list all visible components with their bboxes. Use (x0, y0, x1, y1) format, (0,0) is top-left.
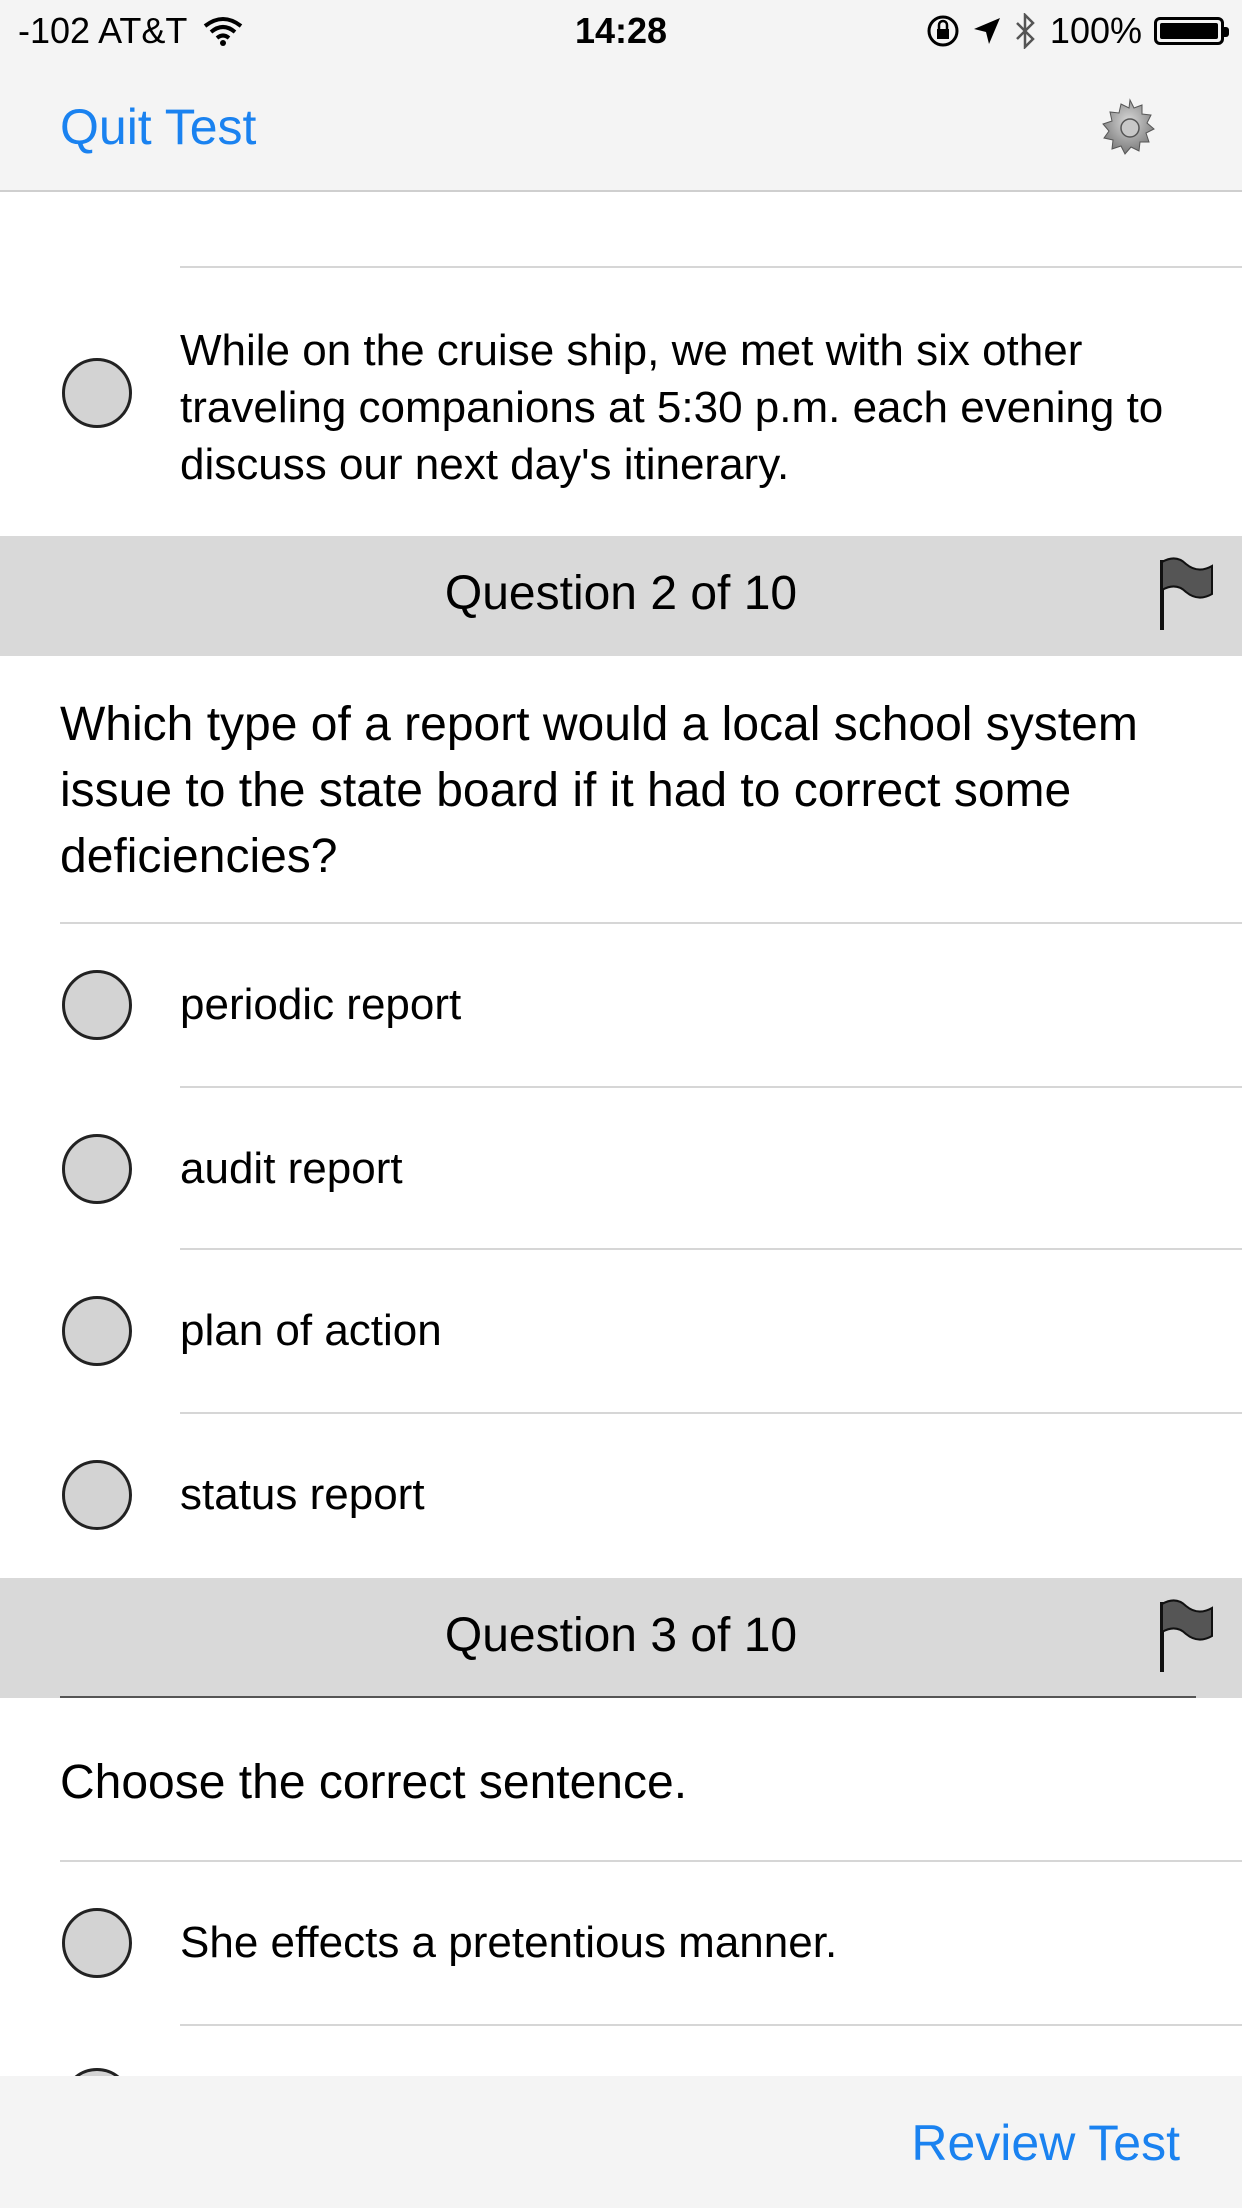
bluetooth-icon (1016, 13, 1035, 49)
divider (60, 1696, 1196, 1698)
navigation-bar: Quit Test (0, 62, 1242, 192)
answer-option[interactable]: status report (0, 1414, 1242, 1576)
question-text: Choose the correct sentence. (60, 1756, 688, 1809)
radio-button[interactable] (62, 1296, 132, 1366)
option-label: She effects a pretentious manner. (180, 1918, 838, 1967)
answer-option[interactable]: audit report (0, 1088, 1242, 1250)
question-header: Question 3 of 10 (0, 1578, 1242, 1698)
location-arrow-icon (973, 18, 1000, 44)
orientation-lock-icon (927, 15, 959, 47)
question-number: Question 3 of 10 (444, 1609, 798, 1662)
question-text: Which type of a report would a local sch… (60, 698, 1138, 883)
status-right: 100% (926, 10, 1229, 52)
divider (180, 266, 1242, 268)
radio-button[interactable] (62, 1134, 132, 1204)
answer-option[interactable]: While on the cruise ship, we met with si… (0, 322, 1242, 532)
divider (180, 2024, 1242, 2026)
option-label: periodic report (180, 980, 462, 1029)
radio-button[interactable] (62, 1460, 132, 1530)
status-bar: -102 AT&T 14:28 100% (0, 0, 1242, 62)
question-list[interactable]: While on the cruise ship, we met with si… (0, 192, 1242, 2076)
quit-test-button[interactable]: Quit Test (60, 98, 256, 156)
radio-button[interactable] (62, 1908, 132, 1978)
option-label: audit report (180, 1144, 403, 1193)
battery-percent: 100% (1049, 10, 1142, 51)
answer-option[interactable]: She effects a pretentious manner. (0, 1862, 1242, 2024)
option-label: status report (180, 1470, 425, 1519)
bottom-toolbar: Review Test (0, 2076, 1242, 2208)
question-header: Question 2 of 10 (0, 536, 1242, 656)
battery-icon (1154, 17, 1229, 45)
flag-icon[interactable] (1156, 1598, 1216, 1674)
option-label: While on the cruise ship, we met with si… (180, 326, 1164, 489)
answer-option[interactable]: periodic report (0, 924, 1242, 1086)
radio-button[interactable] (62, 358, 132, 428)
option-label: plan of action (180, 1306, 442, 1355)
question-number: Question 2 of 10 (444, 567, 798, 620)
radio-button[interactable] (62, 2068, 132, 2076)
review-test-button[interactable]: Review Test (911, 2114, 1180, 2172)
flag-icon[interactable] (1156, 556, 1216, 632)
radio-button[interactable] (62, 970, 132, 1040)
gear-icon[interactable] (1098, 96, 1162, 160)
answer-option[interactable]: plan of action (0, 1250, 1242, 1412)
